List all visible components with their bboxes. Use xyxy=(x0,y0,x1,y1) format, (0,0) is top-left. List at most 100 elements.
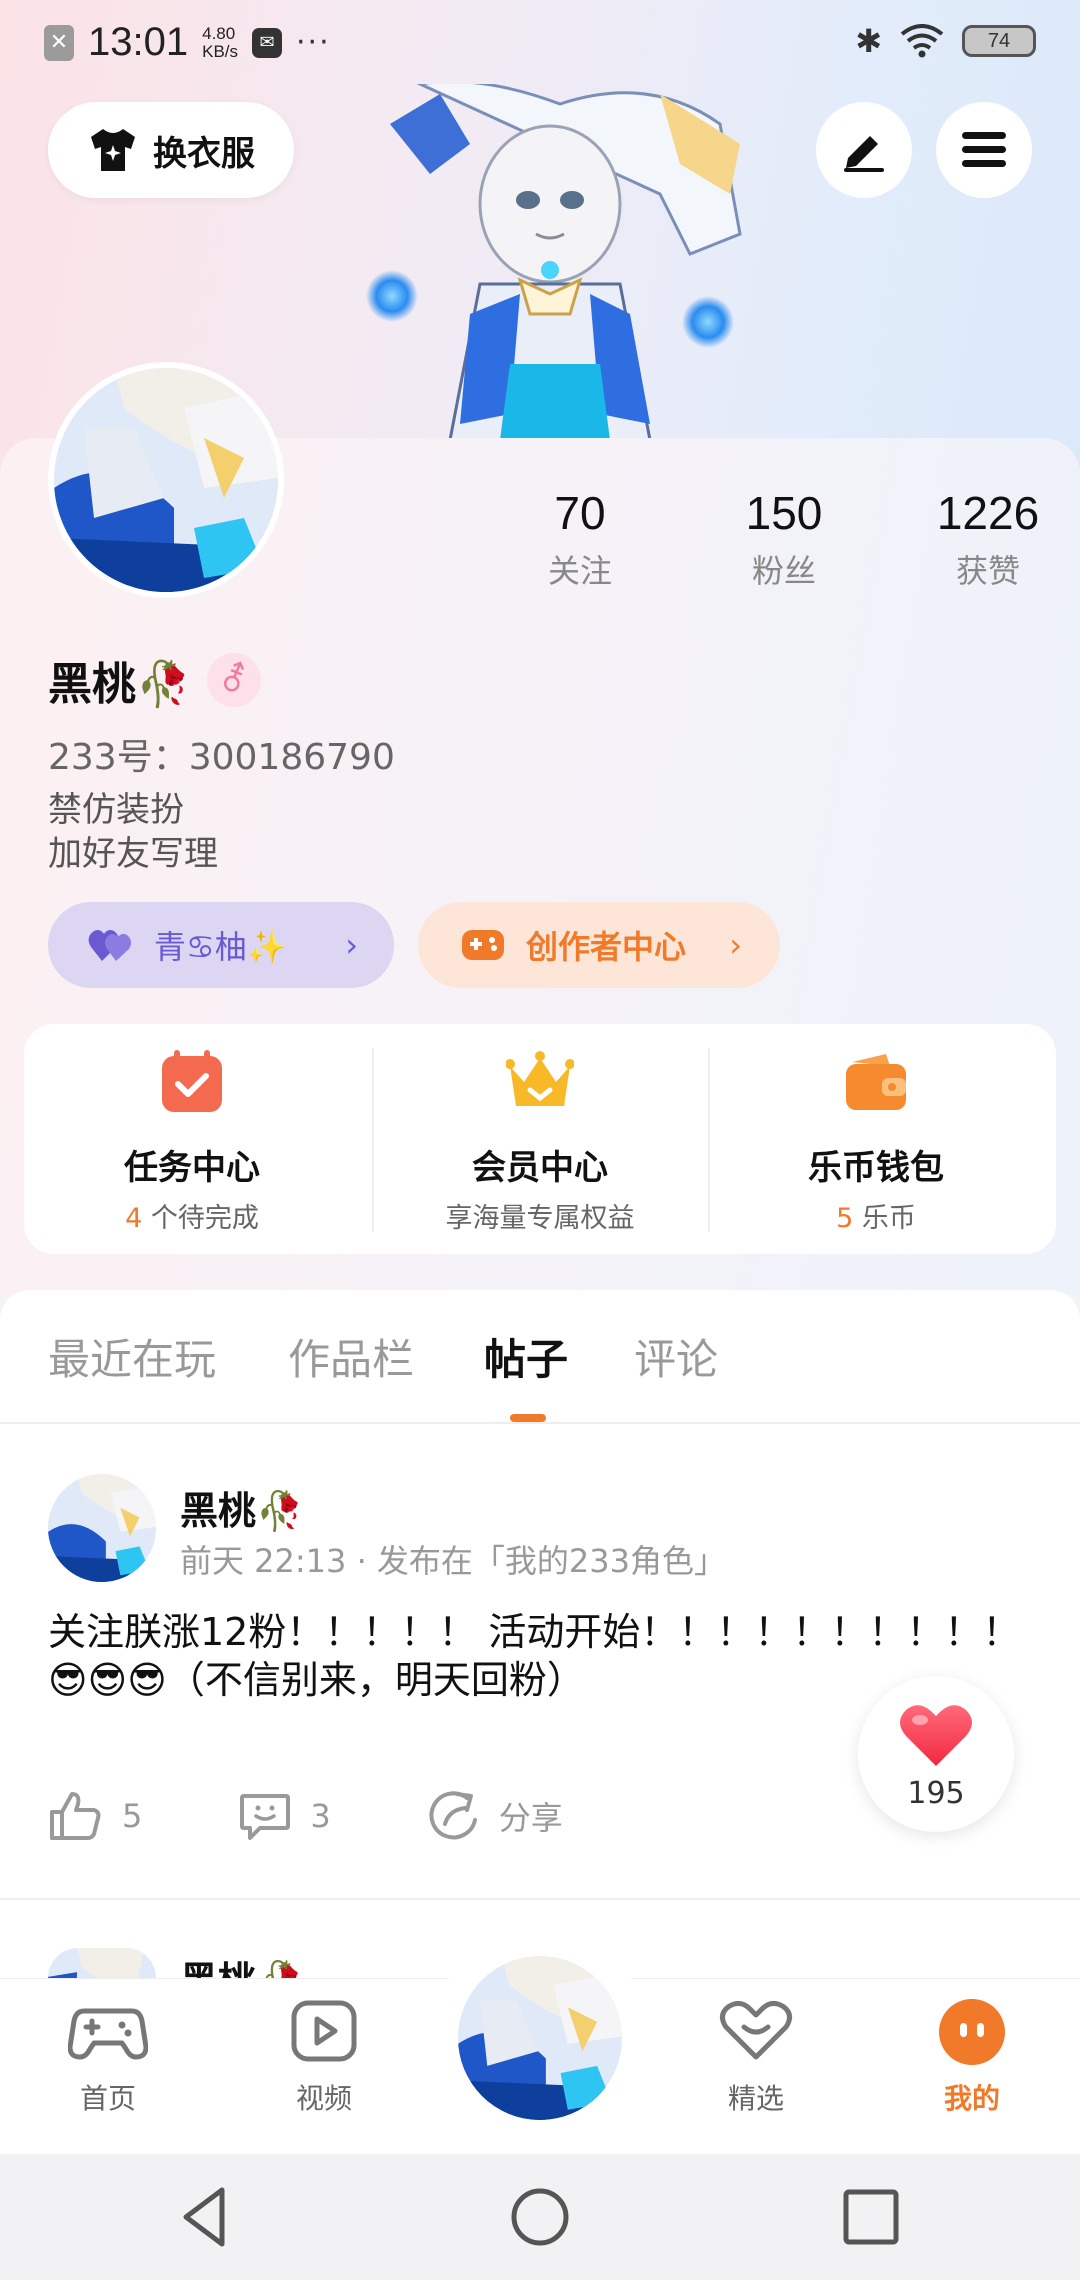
fans-count: 150 xyxy=(745,487,823,539)
tshirt-icon xyxy=(91,129,135,171)
coin-wallet-title: 乐币钱包 xyxy=(808,1148,944,1188)
menu-icon xyxy=(962,132,1006,167)
creator-center-label: 创作者中心 xyxy=(526,928,687,966)
avatar-image xyxy=(458,1956,622,2120)
double-heart-icon xyxy=(88,930,132,961)
comment-count: 3 xyxy=(310,1797,331,1835)
likes-count: 1226 xyxy=(936,487,1040,539)
crown-icon xyxy=(506,1051,574,1106)
sim-off-icon: ✕ xyxy=(44,24,74,61)
creator-center-pill[interactable]: 创作者中心 › xyxy=(418,902,780,988)
stat-fans[interactable]: 150 粉丝 xyxy=(684,486,884,592)
task-center[interactable]: 任务中心 4 个待完成 xyxy=(24,1024,360,1254)
vip-center-title: 会员中心 xyxy=(472,1148,608,1188)
post-author-name[interactable]: 黑桃🥀 xyxy=(180,1950,303,1980)
username-row: 黑桃🥀 ⚦ xyxy=(48,648,261,712)
nav-video-label: 视频 xyxy=(295,2082,352,2115)
comment-button[interactable]: 3 xyxy=(238,1790,331,1842)
more-icon: ··· xyxy=(296,25,331,60)
tab-comments[interactable]: 评论 xyxy=(634,1326,718,1387)
network-speed: 4.80 KB/s xyxy=(202,23,239,61)
profile-content: 最近在玩 作品栏 帖子 评论 黑桃🥀 前天 22:13 · 发布在「我的233角… xyxy=(0,1290,1080,1990)
message-icon: ✉ xyxy=(252,27,283,58)
tab-posts[interactable]: 帖子 xyxy=(484,1326,568,1387)
following-label: 关注 xyxy=(547,552,612,590)
edit-profile-button[interactable] xyxy=(816,102,912,198)
comment-icon xyxy=(240,1794,291,1840)
best-friend-name: 青♋柚✨ xyxy=(154,928,287,966)
post-author-name[interactable]: 黑桃🥀 xyxy=(180,1480,303,1535)
likes-label: 获赞 xyxy=(955,552,1020,590)
share-label: 分享 xyxy=(498,1799,563,1837)
vip-center-sub: 享海量专属权益 xyxy=(445,1203,635,1234)
bio-line: 禁仿装扮 xyxy=(48,790,184,830)
post-actions: 5 3 分享 xyxy=(48,1786,659,1846)
gamepad-icon xyxy=(67,2008,149,2060)
nav-home-label: 首页 xyxy=(79,2082,136,2115)
system-navigation-bar xyxy=(0,2154,1080,2280)
divider xyxy=(0,1898,1080,1900)
clock: 13:01 xyxy=(88,20,189,64)
fans-label: 粉丝 xyxy=(751,552,816,590)
task-center-title: 任务中心 xyxy=(124,1148,260,1188)
following-count: 70 xyxy=(554,487,606,539)
floating-like-count: 195 xyxy=(907,1776,965,1811)
profile-tabs: 最近在玩 作品栏 帖子 评论 xyxy=(0,1326,1080,1414)
pen-icon xyxy=(844,136,884,172)
back-icon[interactable] xyxy=(174,2184,240,2250)
change-outfit-button[interactable]: 换衣服 xyxy=(48,102,294,198)
tab-works[interactable]: 作品栏 xyxy=(288,1326,414,1387)
nav-featured[interactable]: 精选 xyxy=(686,1997,826,2117)
share-button[interactable]: 分享 xyxy=(427,1790,563,1842)
coin-wallet-sub: 5 乐币 xyxy=(836,1203,916,1234)
nav-video[interactable]: 视频 xyxy=(254,1997,394,2117)
calendar-check-icon xyxy=(162,1050,222,1112)
avatar-image xyxy=(48,1948,156,1978)
nav-featured-label: 精选 xyxy=(727,2082,784,2115)
bio: 禁仿装扮 加好友写理 xyxy=(48,788,218,876)
recents-icon[interactable] xyxy=(838,2184,904,2250)
nav-home[interactable]: 首页 xyxy=(38,1997,178,2117)
heart-icon xyxy=(720,2001,792,2060)
like-count: 5 xyxy=(122,1797,143,1835)
home-icon[interactable] xyxy=(507,2184,573,2250)
username: 黑桃🥀 xyxy=(48,659,191,710)
change-outfit-label: 换衣服 xyxy=(153,133,255,174)
gender-female-icon: ⚦ xyxy=(206,653,261,707)
nav-me[interactable]: 我的 xyxy=(902,1997,1042,2117)
battery-icon: 74 xyxy=(962,25,1036,57)
task-center-sub: 4 个待完成 xyxy=(125,1203,259,1234)
bio-line: 加好友写理 xyxy=(48,834,218,874)
character-avatar-figure[interactable] xyxy=(360,84,760,440)
active-tab-indicator xyxy=(510,1414,546,1422)
play-icon xyxy=(291,2000,357,2062)
status-bar: ✕ 13:01 4.80 KB/s ✉ ··· ✱ 74 xyxy=(0,0,1080,84)
stat-likes[interactable]: 1226 获赞 xyxy=(888,486,1080,592)
smile-icon xyxy=(939,1999,1005,2065)
chevron-right-icon: › xyxy=(729,926,742,964)
wallet-icon xyxy=(846,1054,906,1110)
chevron-right-icon: › xyxy=(345,926,358,964)
post-body[interactable]: 关注朕涨12粉！！！！！ 活动开始！！！！！！！！！！😎😎😎（不信别来，明天回粉… xyxy=(48,1608,1028,1704)
floating-like-button[interactable]: 195 xyxy=(858,1676,1014,1832)
coin-wallet[interactable]: 乐币钱包 5 乐币 xyxy=(708,1024,1044,1254)
gamepad-icon xyxy=(462,930,504,960)
menu-button[interactable] xyxy=(936,102,1032,198)
post-author-avatar[interactable] xyxy=(48,1474,156,1582)
post-author-avatar[interactable] xyxy=(48,1948,156,1978)
nav-character-avatar[interactable] xyxy=(454,1952,626,2124)
profile-stats: 70 关注 150 粉丝 1226 获赞 xyxy=(480,486,1060,596)
wifi-icon xyxy=(900,24,944,58)
profile-avatar[interactable] xyxy=(48,362,284,598)
service-card: 任务中心 4 个待完成 会员中心 享海量专属权益 乐币钱包 5 乐币 xyxy=(24,1024,1056,1254)
thumbs-up-icon xyxy=(50,1792,101,1840)
vip-center[interactable]: 会员中心 享海量专属权益 xyxy=(372,1024,708,1254)
post-meta: 前天 22:13 · 发布在「我的233角色」 xyxy=(180,1542,726,1580)
tab-recently-played[interactable]: 最近在玩 xyxy=(48,1326,216,1387)
user-id[interactable]: 233号：300186790 xyxy=(48,728,395,780)
best-friend-pill[interactable]: 青♋柚✨ › xyxy=(48,902,394,988)
like-button[interactable]: 5 xyxy=(48,1790,142,1842)
heart-icon xyxy=(900,1705,972,1766)
stat-following[interactable]: 70 关注 xyxy=(480,486,680,592)
avatar-image xyxy=(48,1474,156,1582)
